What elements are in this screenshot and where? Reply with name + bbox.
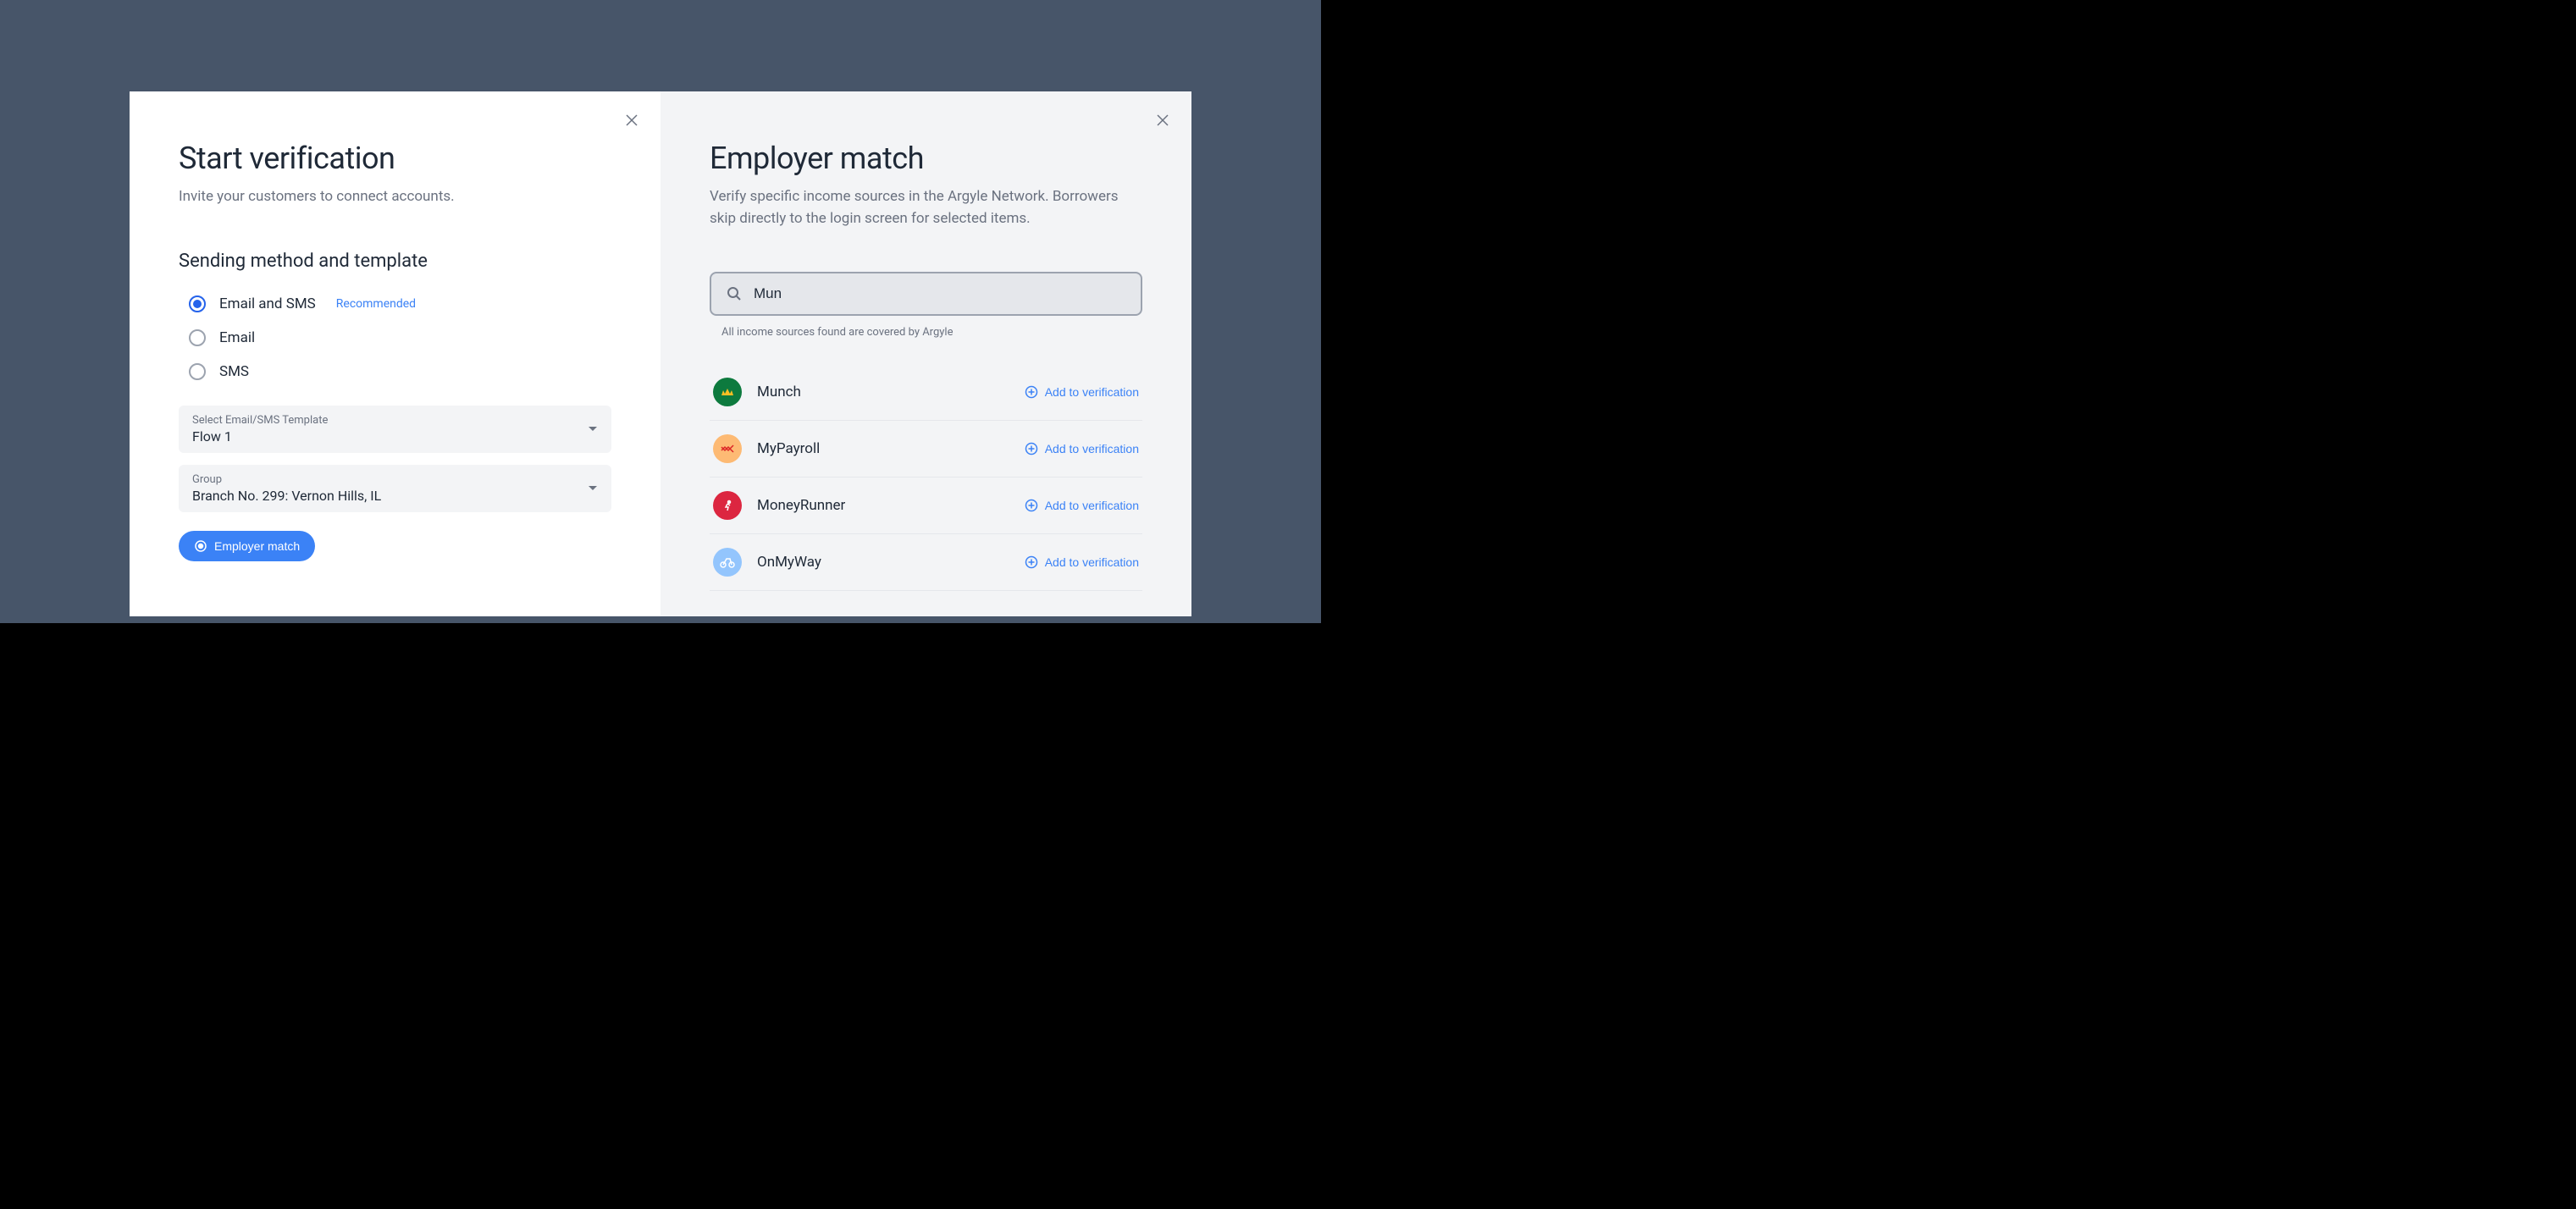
radio-icon	[189, 363, 206, 380]
select-inner: Select Email/SMS Template Flow 1	[192, 414, 328, 444]
add-label: Add to verification	[1045, 442, 1139, 455]
result-row-mypayroll: MyPayroll Add to verification	[710, 421, 1142, 478]
result-left: OnMyWay	[713, 548, 821, 577]
employer-name: MyPayroll	[757, 440, 820, 457]
add-to-verification-button[interactable]: Add to verification	[1025, 442, 1139, 455]
radio-icon	[189, 295, 206, 312]
close-left-button[interactable]	[623, 112, 640, 129]
result-row-onmyway: OnMyWay Add to verification	[710, 534, 1142, 591]
top-spacer	[7, 7, 1314, 91]
add-to-verification-button[interactable]: Add to verification	[1025, 385, 1139, 399]
add-to-verification-button[interactable]: Add to verification	[1025, 555, 1139, 569]
results-list: Munch Add to verification	[710, 364, 1142, 591]
result-left: MyPayroll	[713, 434, 820, 463]
search-field[interactable]	[710, 272, 1142, 316]
result-row-munch: Munch Add to verification	[710, 364, 1142, 421]
page-title: Start verification	[179, 141, 611, 176]
employer-match-button[interactable]: Employer match	[179, 531, 315, 561]
radio-label: Email and SMS	[219, 295, 316, 312]
page-subtitle: Invite your customers to connect account…	[179, 186, 611, 208]
target-icon	[194, 539, 207, 553]
radio-icon	[189, 329, 206, 346]
employer-icon	[713, 548, 742, 577]
app-frame: Start verification Invite your customers…	[0, 0, 1321, 623]
result-row-moneyrunner: MoneyRunner Add to verification	[710, 478, 1142, 534]
panels-container: Start verification Invite your customers…	[130, 91, 1191, 616]
chevron-down-icon	[588, 426, 598, 433]
select-inner: Group Branch No. 299: Vernon Hills, IL	[192, 473, 381, 504]
close-icon	[625, 113, 638, 127]
start-verification-panel: Start verification Invite your customers…	[130, 91, 661, 616]
page-title: Employer match	[710, 141, 1142, 176]
button-label: Employer match	[214, 539, 300, 553]
plus-circle-icon	[1025, 499, 1038, 512]
search-note: All income sources found are covered by …	[710, 326, 1142, 339]
employer-icon	[713, 434, 742, 463]
plus-circle-icon	[1025, 442, 1038, 455]
select-label: Group	[192, 473, 381, 486]
search-icon	[727, 286, 742, 301]
radio-email-and-sms[interactable]: Email and SMS Recommended	[189, 295, 611, 312]
chevron-down-icon	[588, 485, 598, 492]
radio-label: Email	[219, 329, 255, 346]
employer-icon	[713, 491, 742, 520]
add-label: Add to verification	[1045, 499, 1139, 512]
group-select[interactable]: Group Branch No. 299: Vernon Hills, IL	[179, 465, 611, 512]
section-heading: Sending method and template	[179, 251, 611, 272]
result-left: MoneyRunner	[713, 491, 845, 520]
close-right-button[interactable]	[1154, 112, 1171, 129]
result-left: Munch	[713, 378, 801, 406]
select-value: Branch No. 299: Vernon Hills, IL	[192, 488, 381, 504]
employer-match-panel: Employer match Verify specific income so…	[661, 91, 1191, 616]
employer-name: Munch	[757, 384, 801, 400]
plus-circle-icon	[1025, 555, 1038, 569]
add-label: Add to verification	[1045, 385, 1139, 399]
recommended-tag: Recommended	[336, 297, 416, 311]
page-subtitle: Verify specific income sources in the Ar…	[710, 186, 1142, 229]
employer-name: MoneyRunner	[757, 497, 845, 514]
radio-label: SMS	[219, 363, 249, 380]
radio-email[interactable]: Email	[189, 329, 611, 346]
add-label: Add to verification	[1045, 555, 1139, 569]
radio-sms[interactable]: SMS	[189, 363, 611, 380]
search-input[interactable]	[754, 285, 1125, 302]
close-icon	[1156, 113, 1169, 127]
employer-icon	[713, 378, 742, 406]
sending-method-radio-group: Email and SMS Recommended Email SMS	[179, 295, 611, 380]
plus-circle-icon	[1025, 385, 1038, 399]
employer-name: OnMyWay	[757, 554, 821, 571]
select-value: Flow 1	[192, 428, 328, 444]
template-select[interactable]: Select Email/SMS Template Flow 1	[179, 406, 611, 453]
select-label: Select Email/SMS Template	[192, 414, 328, 427]
add-to-verification-button[interactable]: Add to verification	[1025, 499, 1139, 512]
